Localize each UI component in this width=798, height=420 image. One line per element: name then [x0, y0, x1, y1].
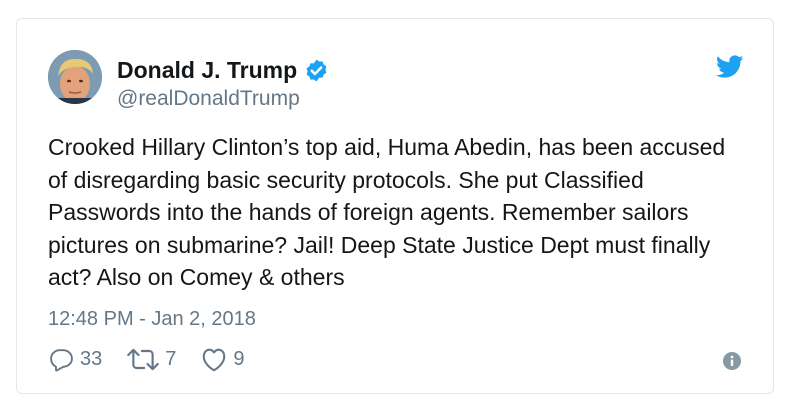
avatar[interactable]	[48, 50, 102, 104]
like-count: 9	[233, 348, 245, 370]
author-handle[interactable]: @realDonaldTrump	[117, 86, 300, 112]
author-name-text[interactable]: Donald J. Trump	[117, 56, 297, 84]
info-icon[interactable]	[723, 352, 741, 370]
verified-badge-icon	[304, 58, 329, 83]
reply-icon	[50, 348, 73, 371]
author-name[interactable]: Donald J. Trump	[117, 56, 329, 84]
retweet-count: 7	[165, 348, 177, 370]
tweet-timestamp[interactable]: 12:48 PM - Jan 2, 2018	[48, 306, 256, 332]
like-button[interactable]: 9	[200, 347, 245, 372]
tweet-actions: 33 7 9	[48, 345, 269, 373]
reply-count: 33	[80, 348, 103, 370]
retweet-icon	[127, 348, 160, 370]
tweet-text: Crooked Hillary Clinton’s top aid, Huma …	[48, 134, 726, 291]
avatar-image	[48, 50, 102, 104]
heart-icon	[203, 348, 226, 371]
tweet-card: Donald J. Trump @realDonaldTrump Crooked…	[16, 18, 774, 394]
reply-button[interactable]: 33	[48, 347, 102, 372]
retweet-button[interactable]: 7	[126, 347, 176, 372]
twitter-bird-icon[interactable]	[715, 55, 744, 79]
